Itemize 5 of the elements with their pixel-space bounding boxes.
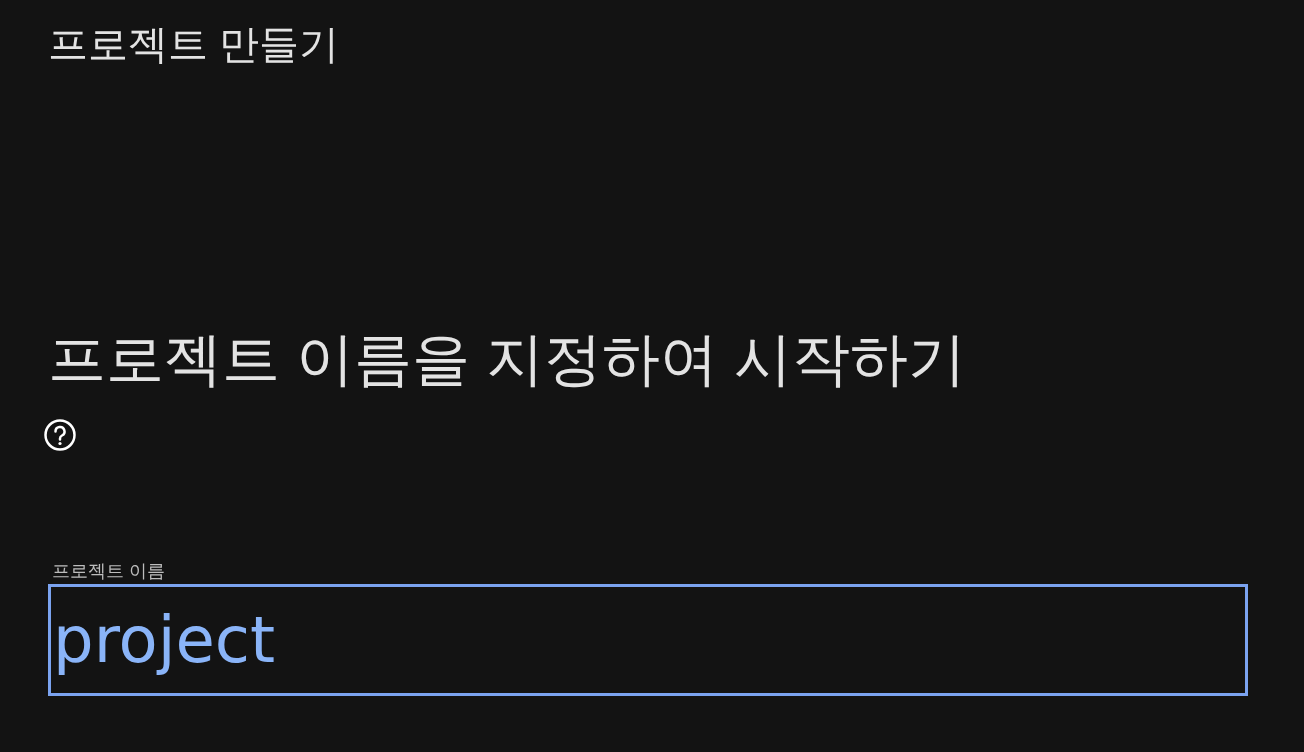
page-title: 프로젝트 만들기 [48,21,340,68]
help-icon[interactable] [43,418,77,452]
heading: 프로젝트 이름을 지정하여 시작하기 [48,325,967,393]
field-label: 프로젝트 이름 [52,560,165,582]
project-name-field[interactable]: project [48,584,1248,696]
